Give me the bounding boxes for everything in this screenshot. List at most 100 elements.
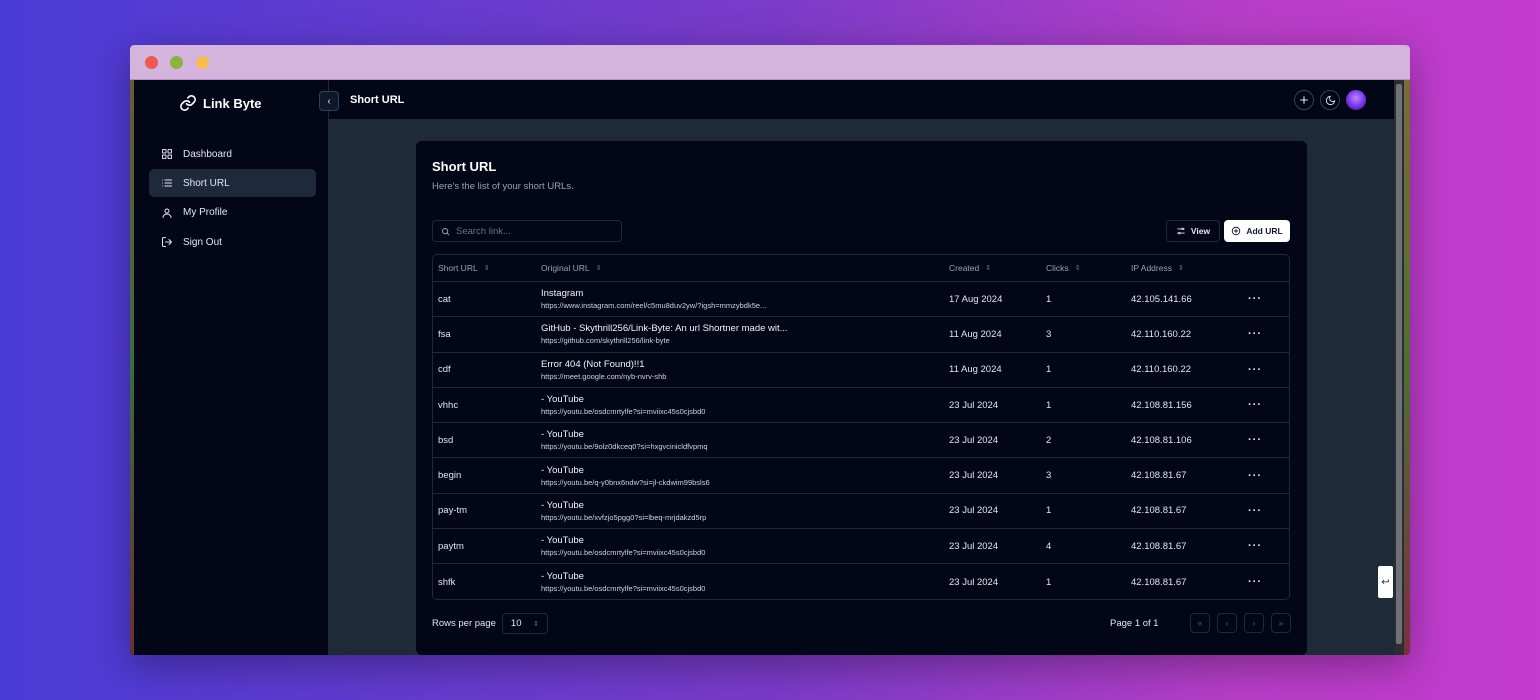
rows-per-page-label: Rows per page	[432, 618, 496, 629]
original-url-cell: GitHub - Skythrill256/Link-Byte: An url …	[541, 323, 949, 345]
search-input[interactable]	[456, 225, 616, 237]
column-header-ip-address[interactable]: IP Address ⇕	[1131, 263, 1248, 273]
row-actions-cell: ···	[1248, 540, 1288, 552]
clicks-cell: 3	[1046, 328, 1052, 340]
chevron-right-icon: ›	[1252, 618, 1256, 628]
short-url-cell[interactable]: begin	[433, 470, 541, 481]
last-page-button[interactable]: »	[1271, 613, 1291, 633]
table-row[interactable]: bsd - YouTube https://youtu.be/9olz0dkceq0…	[433, 423, 1289, 459]
next-page-button[interactable]: ›	[1244, 613, 1264, 633]
created-cell: 23 Jul 2024	[949, 540, 999, 552]
close-window-button[interactable]	[145, 56, 158, 69]
more-icon[interactable]: ···	[1248, 364, 1262, 376]
link-icon	[180, 95, 196, 111]
minimize-window-button[interactable]	[170, 56, 183, 69]
more-icon[interactable]: ···	[1248, 540, 1262, 552]
short-url-cell[interactable]: vhhc	[433, 400, 541, 411]
short-url-cell[interactable]: cdf	[433, 364, 541, 375]
return-icon: ↩	[1381, 576, 1390, 588]
clicks-cell: 1	[1046, 293, 1052, 305]
row-actions-cell: ···	[1248, 576, 1288, 588]
clicks-cell: 4	[1046, 540, 1052, 552]
first-page-button[interactable]: «	[1190, 613, 1210, 633]
table-row[interactable]: begin - YouTube https://youtu.be/q-y0bnx6n…	[433, 458, 1289, 494]
url-link[interactable]: https://youtu.be/q-y0bnx6ndw?si=jl-ckdwi…	[541, 478, 949, 487]
collapse-sidebar-button[interactable]: ‹	[319, 91, 339, 111]
add-url-button[interactable]: Add URL	[1224, 220, 1290, 242]
table-row[interactable]: paytm - YouTube https://youtu.be/osdcmrtyl…	[433, 529, 1289, 565]
url-link[interactable]: https://youtu.be/osdcmrtylfe?si=mviixc45…	[541, 407, 949, 416]
more-icon[interactable]: ···	[1248, 399, 1262, 411]
column-header-created[interactable]: Created ⇕	[949, 263, 1046, 273]
short-url-cell[interactable]: paytm	[433, 541, 541, 552]
double-chevron-right-icon: »	[1278, 618, 1284, 628]
short-url-cell[interactable]: shfk	[433, 577, 541, 588]
avatar[interactable]	[1346, 90, 1366, 110]
original-url-cell: - YouTube https://youtu.be/9olz0dkceq0?si…	[541, 429, 949, 451]
column-header-original-url[interactable]: Original URL ⇕	[541, 263, 949, 273]
table-row[interactable]: fsa GitHub - Skythrill256/Link-Byte: An u…	[433, 317, 1289, 353]
created-cell: 23 Jul 2024	[949, 470, 999, 482]
url-link[interactable]: https://youtu.be/9olz0dkceq0?si=hxgvcini…	[541, 442, 949, 451]
created-cell: 11 Aug 2024	[949, 364, 1002, 376]
scrollbar-thumb[interactable]	[1396, 84, 1402, 644]
short-url-cell[interactable]: bsd	[433, 435, 541, 446]
short-url-cell[interactable]: cat	[433, 294, 541, 305]
ip-address-cell: 42.108.81.67	[1131, 540, 1187, 552]
plus-icon[interactable]	[1294, 90, 1314, 110]
floating-side-tab[interactable]: ↩	[1378, 566, 1393, 598]
table-row[interactable]: shfk - YouTube https://youtu.be/osdcmrtylf…	[433, 564, 1289, 599]
table-row[interactable]: vhhc - YouTube https://youtu.be/osdcmrtylf…	[433, 388, 1289, 424]
short-url-cell[interactable]: pay-tm	[433, 505, 541, 516]
prev-page-button[interactable]: ‹	[1217, 613, 1237, 633]
url-link[interactable]: https://youtu.be/osdcmrtylfe?si=mviixc45…	[541, 548, 949, 557]
short-url-cell[interactable]: fsa	[433, 329, 541, 340]
row-actions-cell: ···	[1248, 364, 1288, 376]
sidebar-item-dashboard[interactable]: Dashboard	[149, 140, 316, 168]
url-link[interactable]: https://www.instagram.com/reel/c5mu8duv2…	[541, 301, 949, 310]
search-field[interactable]	[432, 220, 622, 242]
maximize-window-button[interactable]	[196, 56, 209, 69]
sidebar-item-sign-out[interactable]: Sign Out	[149, 228, 316, 256]
original-url-cell: - YouTube https://youtu.be/xvfzjo5pgg0?si…	[541, 500, 949, 522]
original-url-cell: - YouTube https://youtu.be/q-y0bnx6ndw?si…	[541, 465, 949, 487]
view-button[interactable]: View	[1166, 220, 1220, 242]
sort-icon: ⇕	[1177, 265, 1184, 272]
created-cell: 23 Jul 2024	[949, 576, 999, 588]
sidebar-item-my-profile[interactable]: My Profile	[149, 199, 316, 227]
url-title: - YouTube	[541, 535, 584, 547]
table-row[interactable]: cdf Error 404 (Not Found)!!1 https://meet.…	[433, 353, 1289, 388]
main-content: Short URL Here's the list of your short …	[329, 120, 1394, 655]
url-title: Instagram	[541, 288, 584, 300]
sidebar: Link Byte Dashboard Short URL My Profile	[134, 80, 329, 655]
theme-toggle-icon[interactable]	[1320, 90, 1340, 110]
column-header-clicks[interactable]: Clicks ⇕	[1046, 263, 1131, 273]
url-link[interactable]: https://youtu.be/osdcmrtylfe?si=mviixc45…	[541, 584, 949, 593]
clicks-cell: 1	[1046, 364, 1052, 376]
column-header-short-url[interactable]: Short URL ⇕	[433, 263, 541, 273]
more-icon[interactable]: ···	[1248, 328, 1262, 340]
url-link[interactable]: https://youtu.be/xvfzjo5pgg0?si=lbeq-mrj…	[541, 513, 949, 522]
row-actions-cell: ···	[1248, 328, 1288, 340]
url-link[interactable]: https://meet.google.com/nyb-nvrv-shb	[541, 372, 949, 381]
more-icon[interactable]: ···	[1248, 505, 1262, 517]
url-title: - YouTube	[541, 499, 584, 511]
ip-address-cell: 42.110.160.22	[1131, 328, 1192, 340]
sidebar-nav: Dashboard Short URL My Profile Sign Out	[149, 140, 316, 258]
table-row[interactable]: pay-tm - YouTube https://youtu.be/xvfzjo5p…	[433, 494, 1289, 530]
ip-address-cell: 42.105.141.66	[1131, 293, 1192, 305]
more-icon[interactable]: ···	[1248, 470, 1262, 482]
brand-logo[interactable]: Link Byte	[179, 94, 262, 112]
more-icon[interactable]: ···	[1248, 434, 1262, 446]
url-title: - YouTube	[541, 571, 584, 583]
more-icon[interactable]: ···	[1248, 293, 1262, 305]
scrollbar[interactable]	[1394, 80, 1404, 655]
sidebar-item-short-url[interactable]: Short URL	[149, 169, 316, 198]
window-titlebar	[130, 45, 1410, 80]
more-icon[interactable]: ···	[1248, 576, 1262, 588]
chevron-left-icon: ‹	[1225, 618, 1229, 628]
rows-per-page-select[interactable]: 10 ⇕	[501, 613, 548, 634]
sort-icon: ⇕	[483, 265, 490, 272]
url-link[interactable]: https://github.com/skythrill256/link-byt…	[541, 336, 949, 345]
table-row[interactable]: cat Instagram https://www.instagram.com/re…	[433, 282, 1289, 318]
